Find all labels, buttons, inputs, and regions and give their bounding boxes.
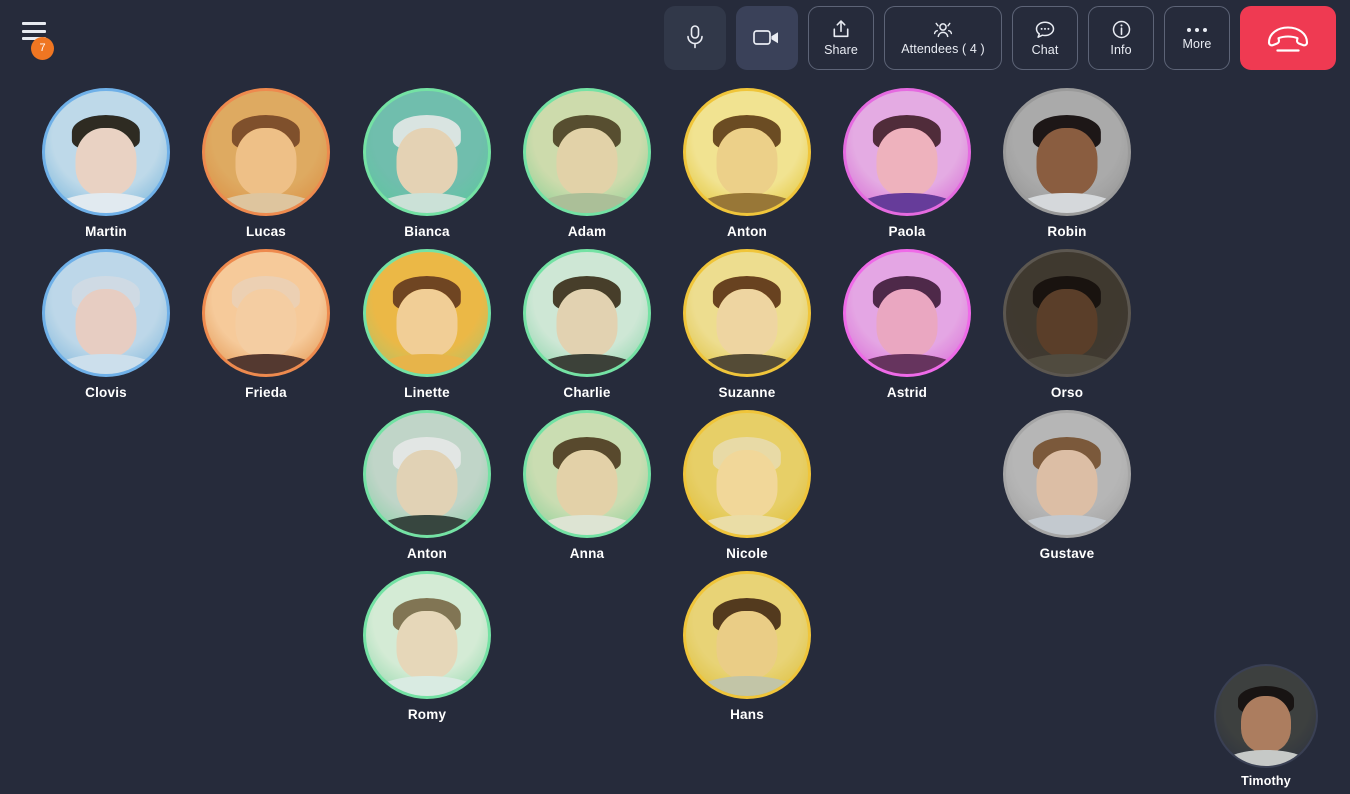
participant-avatar <box>683 249 811 377</box>
more-button-label: More <box>1182 36 1212 51</box>
participant-tile[interactable]: Gustave <box>987 410 1147 562</box>
participant-tile[interactable]: Adam <box>507 88 667 240</box>
participant-avatar <box>1003 88 1131 216</box>
participant-gallery: Martin Lucas Bianca Adam Anton Paola Robin Clov… <box>0 88 1350 794</box>
video-camera-icon <box>753 29 778 45</box>
participant-avatar <box>202 88 330 216</box>
participant-tile[interactable]: Lucas <box>186 88 346 240</box>
hang-up-phone-icon <box>1267 26 1309 52</box>
participant-avatar <box>683 410 811 538</box>
participant-tile[interactable]: Nicole <box>667 410 827 562</box>
participant-tile[interactable]: Bianca <box>347 88 507 240</box>
info-button[interactable]: Info <box>1088 6 1154 70</box>
gallery-row: Clovis Frieda Linette Charlie Suzanne Astrid O… <box>0 249 1350 410</box>
participant-avatar <box>363 410 491 538</box>
participant-name: Nicole <box>726 546 768 561</box>
participant-name: Charlie <box>563 385 611 400</box>
chat-button-label: Chat <box>1031 42 1059 57</box>
participant-avatar <box>363 571 491 699</box>
participant-avatar <box>683 88 811 216</box>
participant-tile[interactable]: Astrid <box>827 249 987 401</box>
attendees-button-label: Attendees ( 4 ) <box>901 42 985 56</box>
participant-avatar <box>42 249 170 377</box>
info-button-label: Info <box>1110 43 1132 57</box>
participant-avatar <box>523 410 651 538</box>
participant-tile[interactable]: Clovis <box>26 249 186 401</box>
microphone-button[interactable] <box>664 6 726 70</box>
call-controls-toolbar: Share Attendees ( 4 ) Chat Info More <box>664 6 1336 72</box>
participant-avatar <box>1003 410 1131 538</box>
participant-name: Linette <box>404 385 450 400</box>
participant-tile[interactable]: Frieda <box>186 249 346 401</box>
menu-button[interactable]: 7 <box>20 18 80 68</box>
microphone-icon <box>687 24 703 48</box>
participant-name: Gustave <box>1039 546 1095 561</box>
participant-name: Anton <box>407 546 447 561</box>
participant-name: Adam <box>567 224 607 239</box>
participant-name: Bianca <box>404 224 450 239</box>
participant-name: Astrid <box>886 385 928 400</box>
participant-name: Suzanne <box>718 385 776 400</box>
participant-avatar <box>843 88 971 216</box>
participant-tile[interactable]: Hans <box>667 571 827 723</box>
top-toolbar-bar: 7 Share Attendees (4) Chat Info More <box>0 0 1350 80</box>
participant-avatar <box>363 88 491 216</box>
participant-tile[interactable]: Martin <box>26 88 186 240</box>
participant-name: Anton <box>727 224 767 239</box>
participant-name: Clovis <box>85 385 127 400</box>
participant-tile[interactable]: Robin <box>987 88 1147 240</box>
participant-avatar <box>683 571 811 699</box>
participant-name: Anna <box>569 546 605 561</box>
gallery-row: Martin Lucas Bianca Adam Anton Paola Robin <box>0 88 1350 249</box>
participant-avatar <box>523 249 651 377</box>
participant-tile[interactable]: Suzanne <box>667 249 827 401</box>
self-view-name: Timothy <box>1241 774 1291 788</box>
participant-tile[interactable]: Charlie <box>507 249 667 401</box>
participant-avatar <box>202 249 330 377</box>
hang-up-button[interactable] <box>1240 6 1336 70</box>
share-button[interactable]: Share <box>808 6 874 70</box>
self-view-avatar <box>1214 664 1318 768</box>
participant-tile[interactable]: Linette <box>347 249 507 401</box>
participant-tile[interactable]: Anna <box>507 410 667 562</box>
share-button-label: Share <box>824 43 858 57</box>
participant-avatar <box>1003 249 1131 377</box>
participant-name: Robin <box>1047 224 1087 239</box>
chat-button[interactable]: Chat <box>1012 6 1078 70</box>
more-button[interactable]: More <box>1164 6 1230 70</box>
gallery-row: Anton Anna Nicole Gustave <box>0 410 1350 571</box>
participant-tile[interactable]: Orso <box>987 249 1147 401</box>
share-upload-icon <box>833 20 849 38</box>
chat-bubble-icon <box>1035 21 1055 38</box>
self-view-tile[interactable]: Timothy <box>1210 664 1322 789</box>
participant-avatar <box>523 88 651 216</box>
participant-tile[interactable]: Anton <box>347 410 507 562</box>
participant-avatar <box>42 88 170 216</box>
attendees-button[interactable]: Attendees ( 4 ) <box>884 6 1002 70</box>
participant-name: Lucas <box>245 224 287 239</box>
camera-button[interactable] <box>736 6 798 70</box>
participant-name: Martin <box>85 224 127 239</box>
participant-avatar <box>363 249 491 377</box>
participant-name: Orso <box>1050 385 1084 400</box>
menu-notification-badge: 7 <box>31 37 54 60</box>
people-icon <box>933 22 953 38</box>
participant-name: Hans <box>730 707 764 722</box>
gallery-row: Romy Hans <box>0 571 1350 732</box>
participant-avatar <box>843 249 971 377</box>
participant-tile[interactable]: Anton <box>667 88 827 240</box>
participant-name: Paola <box>888 224 926 239</box>
info-circle-icon <box>1112 20 1130 39</box>
participant-tile[interactable]: Paola <box>827 88 987 240</box>
ellipsis-icon <box>1187 27 1207 32</box>
participant-name: Romy <box>407 707 447 722</box>
participant-tile[interactable]: Romy <box>347 571 507 723</box>
participant-name: Frieda <box>245 385 287 400</box>
